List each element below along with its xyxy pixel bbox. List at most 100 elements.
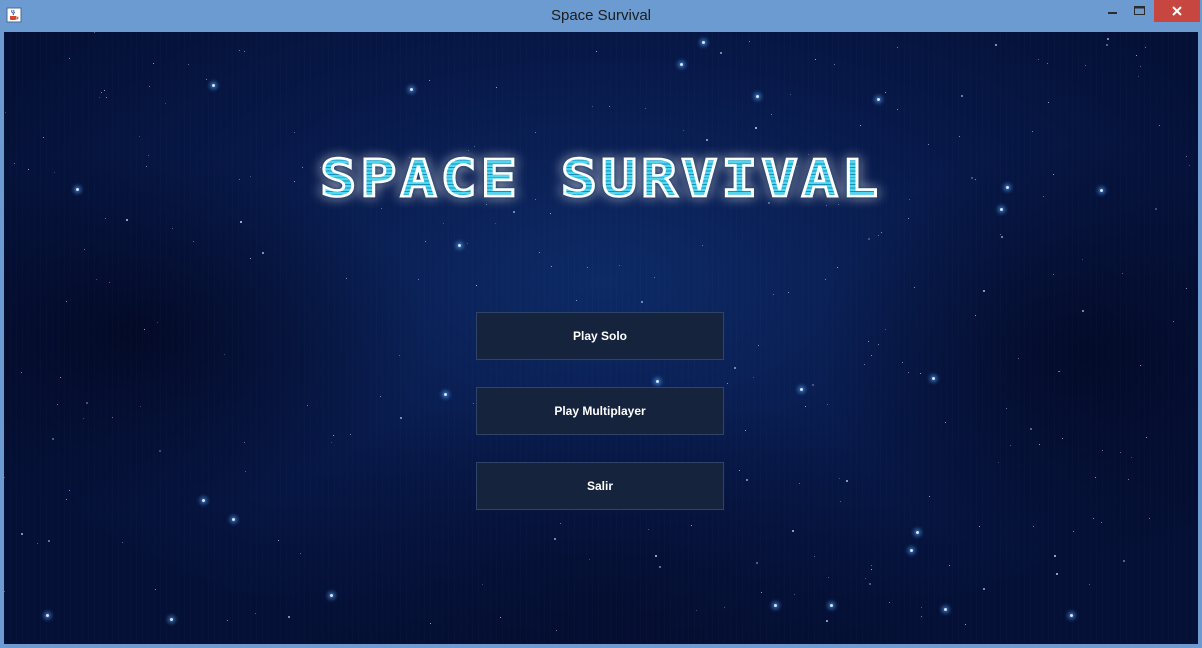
star	[500, 617, 501, 618]
maximize-icon	[1133, 6, 1145, 15]
star	[1102, 450, 1103, 451]
star	[619, 265, 620, 266]
star	[1039, 444, 1040, 445]
star	[227, 620, 228, 621]
star	[758, 345, 759, 346]
star	[696, 610, 697, 611]
star	[83, 418, 84, 419]
star	[57, 404, 58, 405]
star	[202, 499, 205, 502]
play-solo-button[interactable]: Play Solo	[476, 312, 724, 360]
star	[1146, 437, 1147, 438]
star	[1186, 288, 1187, 289]
close-icon	[1172, 6, 1182, 16]
star	[878, 344, 879, 345]
star	[188, 64, 189, 65]
game-canvas[interactable]: SPACE SURVIVAL Play Solo Play Multiplaye…	[4, 32, 1198, 644]
star	[877, 98, 880, 101]
close-button[interactable]	[1154, 0, 1200, 22]
star	[910, 549, 913, 552]
star	[122, 542, 123, 543]
star	[596, 51, 597, 52]
star	[144, 329, 145, 330]
exit-button[interactable]: Salir	[476, 462, 724, 510]
star	[300, 553, 301, 554]
maximize-button[interactable]	[1126, 0, 1152, 22]
star	[840, 501, 841, 502]
star	[869, 583, 871, 585]
window-title: Space Survival	[550, 7, 652, 24]
star	[739, 470, 740, 471]
star	[380, 396, 381, 397]
star	[830, 604, 833, 607]
star	[232, 518, 235, 521]
star	[702, 41, 705, 44]
star	[1093, 518, 1094, 519]
star	[153, 63, 154, 64]
star	[773, 294, 774, 295]
star	[245, 471, 246, 472]
star	[774, 604, 777, 607]
star	[66, 499, 67, 500]
star	[680, 63, 683, 66]
game-logo: SPACE SURVIVAL	[4, 144, 1198, 214]
star	[86, 402, 88, 404]
star	[21, 372, 22, 373]
star	[1085, 65, 1086, 66]
star	[104, 90, 105, 91]
star	[250, 258, 251, 259]
star	[1018, 358, 1019, 359]
star	[655, 555, 657, 557]
star	[1101, 522, 1102, 523]
star	[155, 589, 156, 590]
star	[995, 44, 997, 46]
star	[702, 245, 703, 246]
star	[206, 79, 207, 80]
star	[69, 58, 70, 59]
title-bar[interactable]: Space Survival	[0, 0, 1202, 32]
star	[902, 362, 903, 363]
star	[983, 290, 985, 292]
star	[60, 377, 61, 378]
star	[944, 608, 947, 611]
star	[790, 94, 791, 95]
star	[720, 52, 722, 54]
star	[827, 404, 828, 405]
star	[983, 588, 985, 590]
star	[1032, 131, 1033, 132]
star	[94, 32, 95, 33]
star	[949, 565, 950, 566]
star	[1131, 457, 1132, 458]
star	[659, 566, 661, 568]
star	[683, 130, 684, 131]
app-window: Space Survival SPACE SURVIVAL Play Solo …	[0, 0, 1202, 648]
star	[1059, 371, 1060, 372]
star	[139, 136, 140, 137]
star	[868, 341, 869, 342]
star	[193, 241, 194, 242]
star	[1136, 55, 1137, 56]
star	[294, 132, 295, 133]
star	[965, 624, 966, 625]
star	[37, 543, 38, 544]
star	[458, 244, 461, 247]
star	[170, 618, 173, 621]
star	[554, 538, 556, 540]
star	[1001, 236, 1003, 238]
star	[1033, 526, 1034, 527]
star	[885, 92, 886, 93]
star	[330, 594, 333, 597]
star	[399, 355, 400, 356]
star	[826, 620, 828, 622]
minimize-button[interactable]	[1100, 0, 1126, 22]
star	[932, 377, 935, 380]
star	[889, 602, 890, 603]
star	[149, 86, 150, 87]
play-multiplayer-button[interactable]: Play Multiplayer	[476, 387, 724, 435]
star	[4, 477, 5, 478]
star	[1082, 310, 1084, 312]
star	[745, 430, 746, 431]
star	[756, 562, 758, 564]
star	[444, 393, 447, 396]
star	[165, 103, 166, 104]
